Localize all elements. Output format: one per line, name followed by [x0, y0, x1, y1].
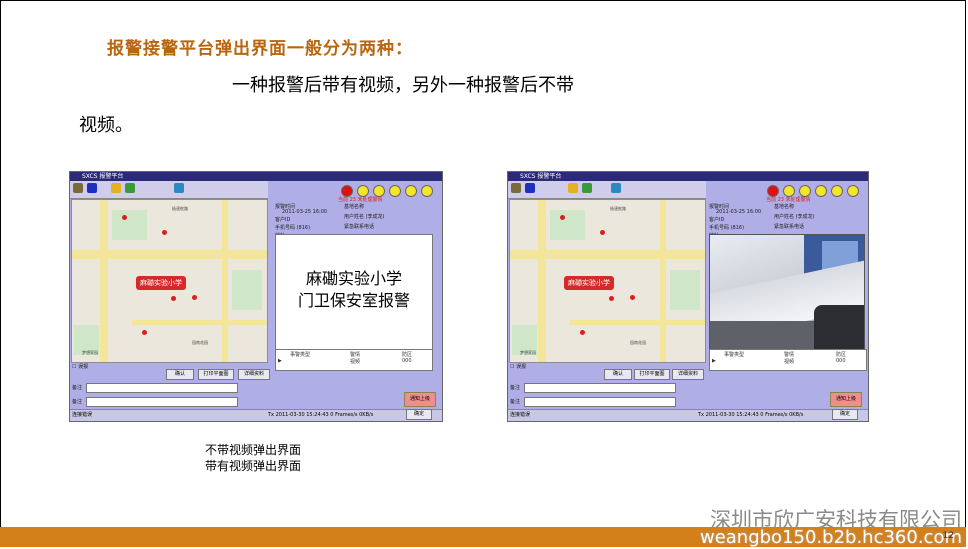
notify-superior-button[interactable]: 通知上级: [830, 392, 862, 407]
info-value: 2011-03-25 16:00: [716, 209, 762, 215]
lamp-yellow-icon: [831, 185, 843, 197]
toolbar-icon[interactable]: [582, 183, 592, 193]
toolbar-icon[interactable]: [87, 183, 97, 193]
field-label: 备注: [510, 385, 521, 391]
toolbar-icon[interactable]: [111, 183, 121, 193]
window-title-bar: SXCS 报警平台: [508, 172, 868, 181]
slide-text-line1: 一种报警后带有视频，另外一种报警后不带: [232, 75, 574, 96]
notify-superior-button[interactable]: 通知上级: [404, 392, 436, 407]
info-label: 基地名称: [344, 204, 365, 210]
alarm-window-with-video: SXCS 报警平台 极速蛇路 园南花园 梦想家园 麻磡实验小学 当前 23 未处…: [507, 171, 869, 422]
slide-text-line2: 视频。: [79, 115, 133, 136]
lamp-yellow-icon: [405, 185, 417, 197]
status-bar: 连接错误 Tx 2011-03-30 15:24:43 0 Frames/s 0…: [508, 409, 868, 421]
confirm-button[interactable]: 确认: [166, 369, 194, 380]
toolbar-icon[interactable]: [568, 183, 578, 193]
field-label: 备注: [72, 399, 83, 405]
caption-with-video: 带有视频弹出界面: [205, 459, 302, 473]
alarm-location-pin[interactable]: [171, 296, 176, 301]
alarm-badge[interactable]: 麻磡实验小学: [136, 276, 186, 290]
status-bar: 连接错误 Tx 2011-03-30 15:24:43 0 Frames/s 0…: [70, 409, 442, 421]
info-label: 手机号码 (816): [709, 225, 745, 231]
info-value: 2011-03-25 16:00: [282, 209, 328, 215]
info-label: 紧急联系电话: [344, 224, 375, 230]
alarm-message-line1: 麻磡实验小学: [305, 269, 402, 288]
alarm-map[interactable]: 极速蛇路 园南花园 梦想家园 麻磡实验小学: [509, 199, 706, 363]
alarm-grid: 事警类型 警情 防区 ▶ 视频 000: [709, 349, 867, 371]
info-label: 手机号码 (816): [275, 225, 311, 231]
ok-button[interactable]: 确定: [406, 409, 432, 420]
toolbar-icon[interactable]: [525, 183, 535, 193]
toolbar-icon[interactable]: [125, 183, 135, 193]
false-alarm-checkbox[interactable]: ☐ 误报: [510, 363, 526, 370]
print-map-button[interactable]: 打印平面图: [198, 369, 234, 380]
caption-no-video: 不带视频弹出界面: [205, 443, 302, 457]
field-label: 备注: [510, 399, 521, 405]
info-label: 用户姓名 (李成龙): [344, 214, 385, 220]
page-number: 12: [942, 531, 954, 541]
window-title-bar: SXCS 报警平台: [70, 172, 442, 181]
alarm-message-box: 麻磡实验小学 门卫保安室报警: [275, 234, 433, 351]
remark-input-2[interactable]: [86, 397, 238, 407]
pending-alarms: 当前 23 未处理警情: [766, 197, 811, 203]
lamp-yellow-icon: [421, 185, 433, 197]
print-map-button[interactable]: 打印平面图: [634, 369, 670, 380]
lamp-yellow-icon: [815, 185, 827, 197]
info-label: 客户ID: [275, 217, 291, 223]
pending-alarms: 当前 23 未处理警情: [338, 197, 383, 203]
lamp-yellow-icon: [847, 185, 859, 197]
toolbar-icon[interactable]: [611, 183, 621, 193]
alarm-map[interactable]: 极速蛇路 园南花园 梦想家园 麻磡实验小学: [71, 199, 268, 363]
toolbar-icon[interactable]: [511, 183, 521, 193]
alarm-message-line2: 门卫保安室报警: [297, 291, 410, 310]
toolbar: [508, 181, 706, 199]
field-label: 备注: [72, 385, 83, 391]
lamp-yellow-icon: [389, 185, 401, 197]
alarm-lamps: [763, 182, 859, 197]
info-label: 用户姓名 (李成龙): [774, 214, 815, 220]
false-alarm-checkbox[interactable]: ☐ 误报: [72, 363, 88, 370]
alarm-badge[interactable]: 麻磡实验小学: [564, 276, 614, 290]
remark-input-2[interactable]: [524, 397, 676, 407]
alarm-window-no-video: SXCS 报警平台 极速蛇路 园南花园 梦想家园 麻磡实验小学 当前 23 未处…: [69, 171, 443, 422]
remark-input[interactable]: [86, 383, 238, 393]
info-label: 客户ID: [709, 217, 725, 223]
alarm-grid: 事警类型 警情 防区 ▶ 视频 000: [275, 349, 433, 371]
remark-input[interactable]: [524, 383, 676, 393]
video-feed[interactable]: [709, 234, 865, 351]
ok-button[interactable]: 确定: [832, 409, 858, 420]
watermark: weangbo150.b2b.hc360.com: [699, 527, 962, 548]
info-label: 紧急联系电话: [774, 224, 805, 230]
toolbar-icon[interactable]: [73, 183, 83, 193]
info-label: 基地名称: [774, 204, 795, 210]
toolbar: [70, 181, 268, 199]
confirm-button[interactable]: 确认: [604, 369, 632, 380]
details-button[interactable]: 详细资料: [672, 369, 704, 380]
alarm-lamps: [337, 182, 433, 197]
toolbar-icon[interactable]: [174, 183, 184, 193]
details-button[interactable]: 详细资料: [238, 369, 270, 380]
slide-title: 报警接警平台弹出界面一般分为两种：: [107, 39, 413, 59]
alarm-location-pin[interactable]: [609, 296, 614, 301]
